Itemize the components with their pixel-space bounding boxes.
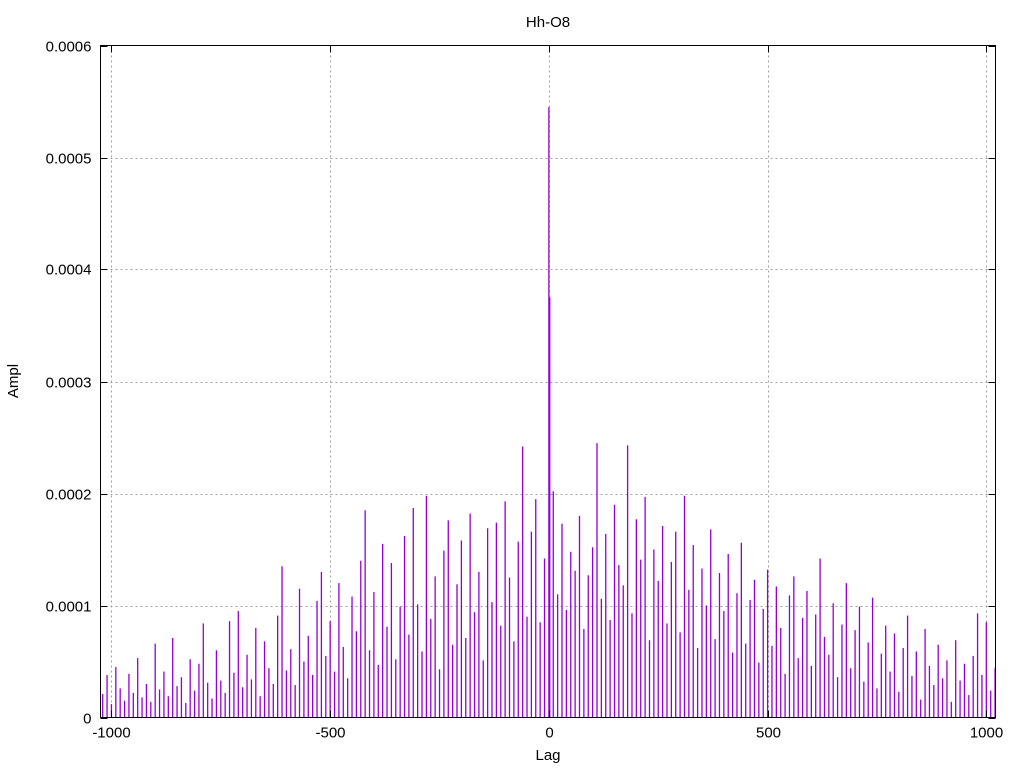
x-tick-label: 0 — [545, 725, 553, 742]
series-ampl — [102, 107, 996, 718]
y-tick-label: 0.0006 — [46, 39, 92, 56]
y-tick-label: 0.0002 — [46, 487, 92, 504]
y-tick-label: 0.0004 — [46, 262, 92, 279]
x-tick-label: -500 — [315, 725, 345, 742]
x-tick-label: 1000 — [970, 725, 1003, 742]
y-tick-label: 0.0001 — [46, 599, 92, 616]
x-axis-label: Lag — [535, 747, 560, 764]
x-tick-label: 500 — [756, 725, 781, 742]
chart: -1000 -500 0 500 1000 0 0.0001 0.0002 0.0003 0.00… — [5, 14, 1003, 764]
y-axis-label: Ampl — [5, 364, 22, 398]
chart-title: Hh-O8 — [526, 14, 570, 31]
y-tick-label: 0.0003 — [46, 375, 92, 392]
plot-border — [100, 45, 996, 718]
y-tick-label: 0.0005 — [46, 151, 92, 168]
grid — [100, 45, 996, 718]
y-tick-label: 0 — [83, 711, 91, 728]
x-tick-label: -1000 — [92, 725, 130, 742]
